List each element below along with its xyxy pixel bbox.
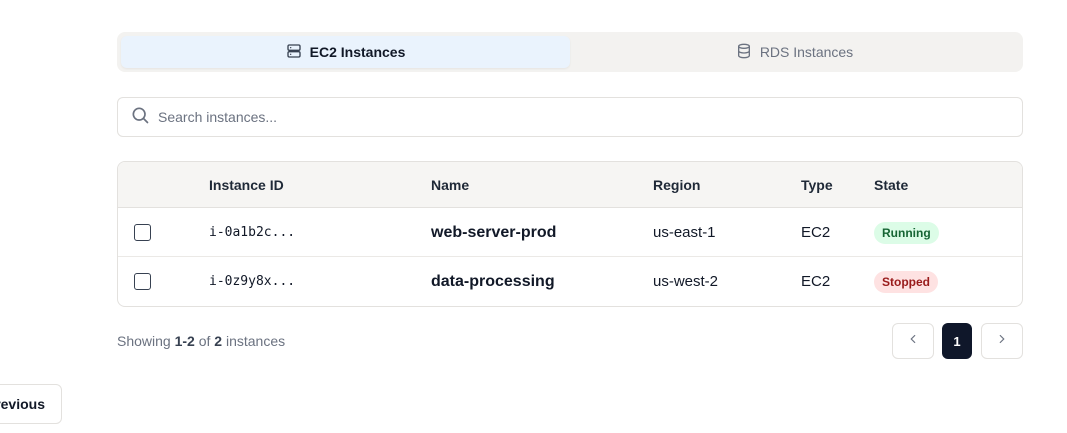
search-box [117,97,1023,137]
status-badge: Stopped [874,270,938,293]
page: EC2 Instances RDS Instances Instance ID [0,0,1067,433]
results-summary: Showing 1-2 of 2 instances [117,332,285,350]
column-header-name[interactable]: Name [431,162,469,208]
instance-type-tabs: EC2 Instances RDS Instances [117,32,1023,72]
showing-total: 2 [214,333,223,349]
region-cell: us-east-1 [653,224,716,241]
tab-ec2-instances[interactable]: EC2 Instances [121,36,570,68]
status-badge: Running [874,221,939,244]
table-row[interactable]: i-0z9y8x... data-processing us-west-2 EC… [118,257,1022,306]
showing-range: 1-2 [174,333,195,349]
row-checkbox[interactable] [134,224,151,241]
column-header-instance-id[interactable]: Instance ID [209,162,284,208]
column-header-region[interactable]: Region [653,162,700,208]
row-checkbox[interactable] [134,273,151,290]
previous-page-button[interactable] [892,323,934,359]
table-row[interactable]: i-0a1b2c... web-server-prod us-east-1 EC… [118,208,1022,257]
tab-ec2-label: EC2 Instances [309,44,406,60]
instance-id-cell: i-0z9y8x... [209,274,296,289]
instance-name-cell: data-processing [431,272,555,290]
region-cell: us-west-2 [653,273,719,290]
instances-table: Instance ID Name Region Type State i-0a1… [117,161,1023,307]
instance-id-cell: i-0a1b2c... [209,225,296,240]
showing-prefix: Showing [117,333,171,349]
tab-rds-label: RDS Instances [759,44,854,60]
showing-suffix: instances [225,333,286,349]
showing-of: of [198,333,211,349]
page-button-current[interactable]: 1 [942,323,972,359]
chevron-right-icon [995,332,1009,351]
type-cell: EC2 [801,273,831,290]
column-header-type[interactable]: Type [801,162,833,208]
search-icon [130,105,150,130]
pagination: 1 [892,323,1023,359]
table-header: Instance ID Name Region Type State [118,162,1022,208]
outer-previous-button[interactable]: revious [0,384,62,424]
column-header-state[interactable]: State [874,162,908,208]
chevron-left-icon [906,332,920,351]
type-cell: EC2 [801,224,831,241]
tab-rds-instances[interactable]: RDS Instances [570,36,1019,68]
server-icon [286,43,302,62]
instance-name-cell: web-server-prod [431,223,557,241]
next-page-button[interactable] [981,323,1023,359]
database-icon [736,43,752,62]
search-input[interactable] [158,98,1022,136]
